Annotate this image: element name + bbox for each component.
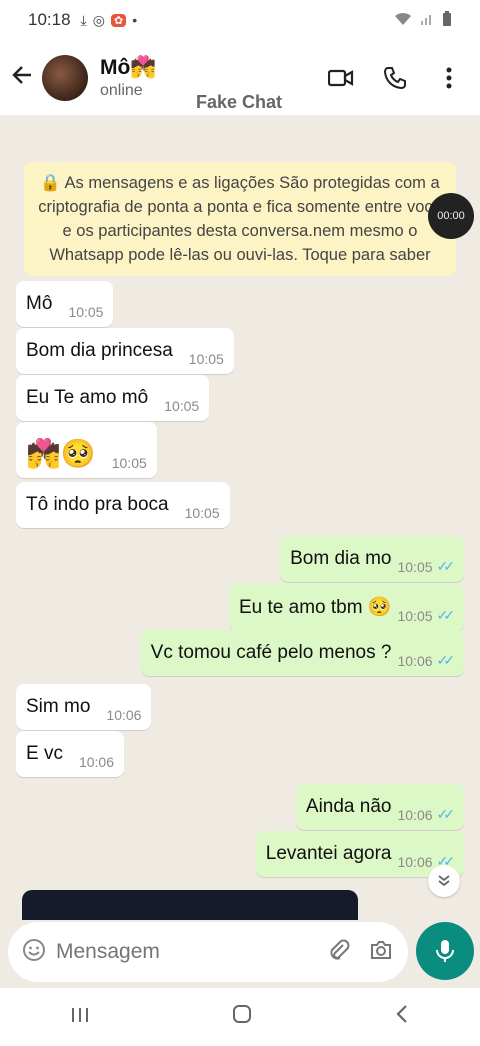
message-time: 10:06 [78,754,114,770]
read-ticks-icon: ✓✓ [436,652,456,668]
recording-timer: 00:00 [428,193,474,239]
message-time: 10:05 [164,398,200,414]
message-bubble[interactable]: Bom dia princesa 10:05 [16,328,234,374]
message-bubble-outgoing[interactable]: Ainda não 10:06 ✓✓ [295,784,464,830]
message-time: 10:05 [111,455,147,471]
media-message-thumbnail[interactable] [22,890,358,920]
message-time: 10:05 [188,351,224,367]
status-time: 10:18 [28,10,71,29]
message-time: 10:06 [106,707,142,723]
message-text: Sim mo [26,696,91,717]
contact-info[interactable]: Mô💏 online [100,56,156,100]
status-bar: 10:18 ⤓ ◎ ✿ • [0,0,480,40]
app-notification-icon: ✿ [110,13,127,27]
message-bubble[interactable]: 💏🥺 10:05 [16,422,157,478]
more-options-icon[interactable] [436,65,462,91]
message-time: 10:06 [397,653,433,669]
message-time: 10:06 [397,807,433,823]
message-bubble[interactable]: Tô indo pra boca 10:05 [16,482,230,528]
mic-icon[interactable] [416,922,474,980]
instagram-icon: ◎ [92,11,105,28]
encryption-notice[interactable]: 🔒 As mensagens e as ligações São protegi… [24,162,456,276]
video-call-icon[interactable] [328,65,354,91]
more-notifications-dot: • [132,12,138,28]
message-text: Bom dia princesa [26,340,173,361]
contact-name: Mô💏 [100,55,157,79]
phone-icon[interactable] [382,65,408,91]
message-time: 10:05 [397,559,433,575]
message-input[interactable] [56,940,327,964]
message-text: Bom dia mo [290,548,392,569]
read-ticks-icon: ✓✓ [436,607,456,623]
contact-status: online [100,81,143,99]
fake-chat-watermark: Fake Chat [196,92,283,112]
message-text: Eu te amo tbm 🥺 [238,597,392,618]
status-system-icons [394,10,452,30]
status-notification-icons: ⤓ ◎ ✿ • [81,12,138,29]
message-text: Levantei agora [265,843,392,864]
message-text: E vc [26,743,63,764]
read-ticks-icon: ✓✓ [436,806,456,822]
back-arrow-icon[interactable] [2,62,42,93]
message-bubble-outgoing[interactable]: Eu te amo tbm 🥺 10:05 ✓✓ [228,583,464,631]
message-time: 10:05 [184,505,220,521]
message-bubble-outgoing[interactable]: Vc tomou café pelo menos ? 10:06 ✓✓ [140,630,464,676]
message-composer [8,922,408,982]
recents-icon[interactable] [70,1004,90,1030]
read-ticks-icon: ✓✓ [436,558,456,574]
message-time: 10:05 [68,304,104,320]
message-text: Eu Te amo mô [26,387,149,408]
signal-icon [420,12,434,29]
message-text: Tô indo pra boca [26,494,169,515]
message-time: 10:05 [397,608,433,624]
chat-area[interactable]: 🔒 As mensagens e as ligações São protegi… [0,115,480,920]
message-time: 10:06 [397,854,433,870]
message-text: 💏🥺 [26,438,96,469]
message-text: Vc tomou café pelo menos ? [150,642,392,663]
message-bubble[interactable]: E vc 10:06 [16,731,124,777]
composer-actions [327,938,393,967]
wifi-icon [394,12,412,29]
battery-icon [442,10,452,30]
back-nav-icon[interactable] [394,1004,410,1030]
message-text: Ainda não [305,796,392,817]
scroll-down-icon[interactable] [428,865,460,897]
download-icon: ⤓ [80,11,87,28]
message-bubble[interactable]: Sim mo 10:06 [16,684,152,730]
message-bubble[interactable]: Mô 10:05 [16,281,114,327]
emoji-icon[interactable] [22,938,46,967]
home-icon[interactable] [231,1003,253,1031]
camera-icon[interactable] [369,939,393,966]
attach-icon[interactable] [327,938,351,967]
message-bubble-outgoing[interactable]: Bom dia mo 10:05 ✓✓ [280,536,464,582]
header-actions [328,65,480,91]
avatar[interactable] [42,54,88,101]
message-bubble[interactable]: Eu Te amo mô 10:05 [16,375,210,421]
message-text: Mô [26,293,53,314]
android-nav-bar [0,988,480,1046]
